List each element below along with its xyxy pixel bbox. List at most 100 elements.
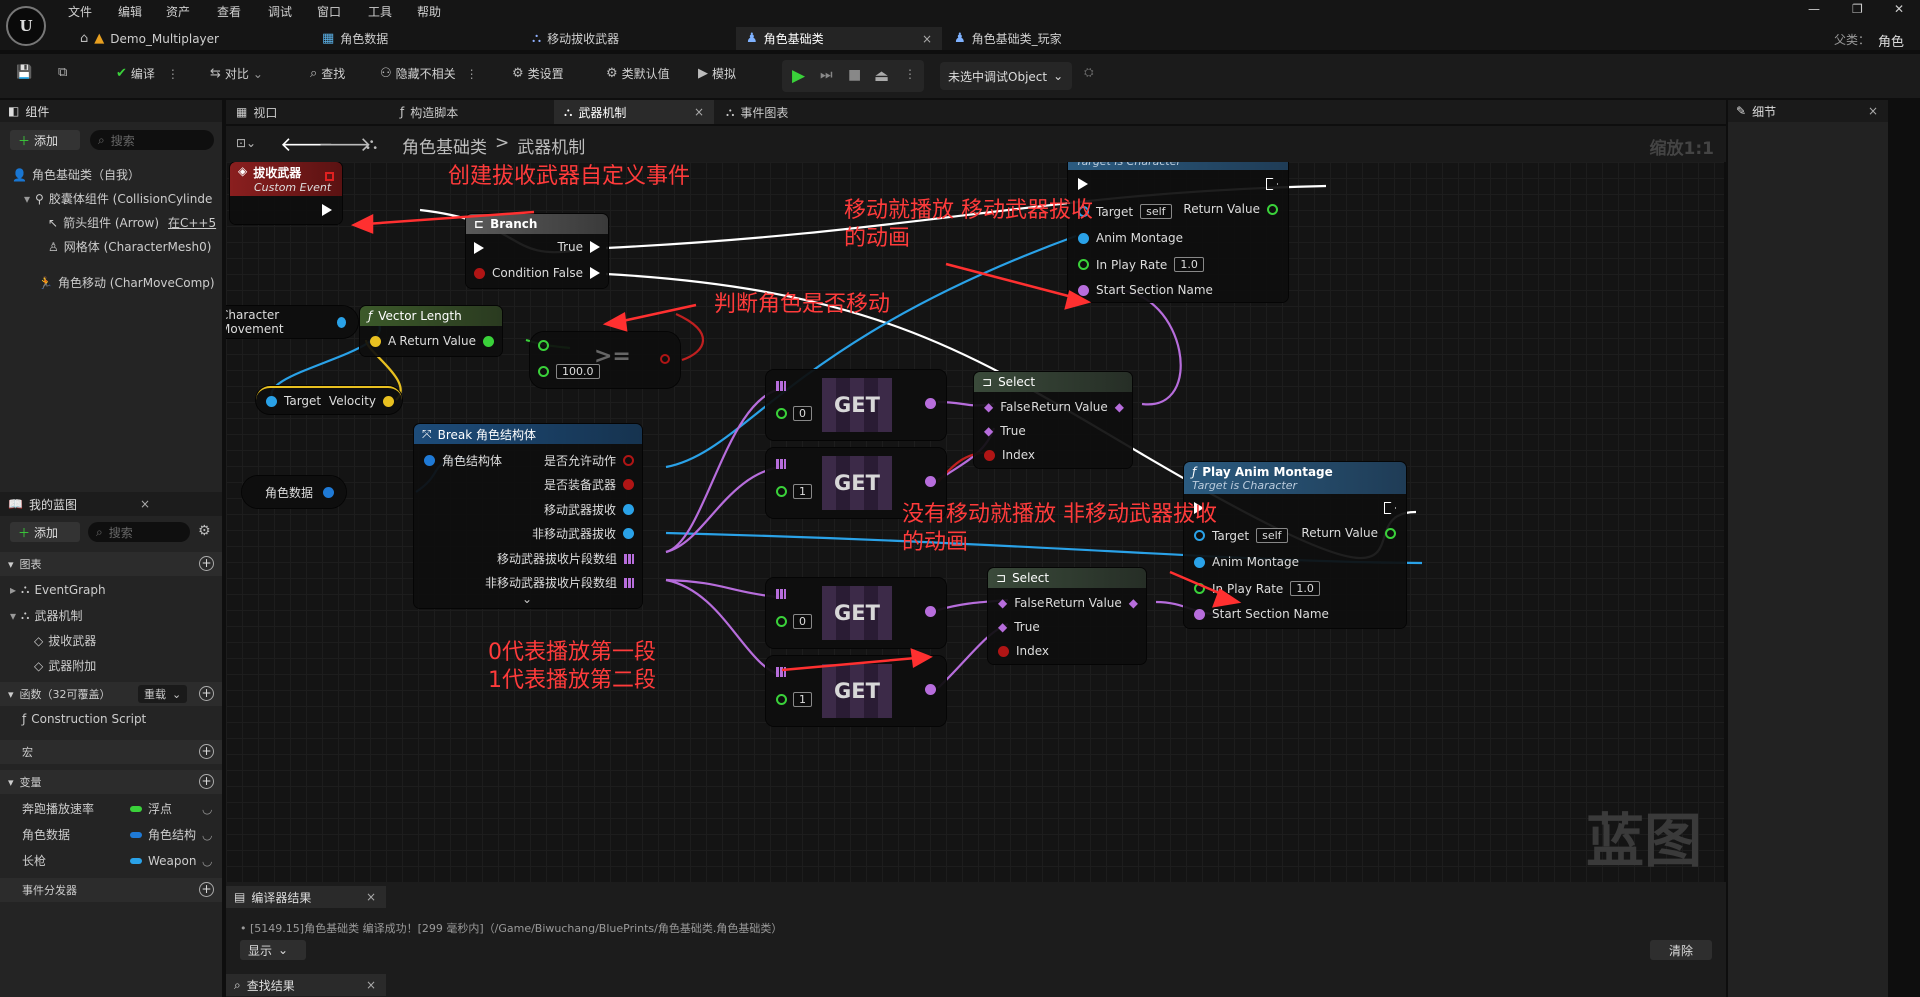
close-icon[interactable]: × — [1868, 104, 1878, 118]
add-graph-icon[interactable]: + — [199, 556, 214, 571]
breadcrumb-separator: > — [495, 133, 510, 153]
graphs-section[interactable]: ▾ 图表 + — [0, 552, 222, 576]
component-movement[interactable]: 🏃 角色移动 (CharMoveComp) — [38, 274, 215, 291]
add-function-icon[interactable]: + — [199, 686, 214, 701]
event-draw-weapon[interactable]: ◇ 拔收武器 — [34, 632, 96, 649]
hide-unrelated-button[interactable]: ⚇ 隐藏不相关 ⋮ — [380, 65, 478, 82]
close-icon[interactable]: × — [140, 497, 150, 511]
menu-view[interactable]: 查看 — [217, 3, 241, 20]
class-defaults-button[interactable]: ⚙ 类默认值 — [606, 65, 670, 82]
debug-object-select[interactable]: 未选中调试Object ⌄ — [940, 62, 1072, 90]
blueprint-search-input[interactable]: ⌕ 搜索 — [88, 522, 190, 542]
debug-object-label: 未选中调试Object — [948, 69, 1048, 84]
clear-button[interactable]: 清除 — [1650, 940, 1712, 960]
eye-icon[interactable]: ◡ — [202, 828, 212, 842]
class-settings-button[interactable]: ⚙ 类设置 — [512, 65, 564, 82]
add-macro-icon[interactable]: + — [199, 744, 214, 759]
eye-icon[interactable]: ◡ — [202, 802, 212, 816]
doc-tab-character-base[interactable]: ♟ 角色基础类 × — [736, 27, 942, 50]
gear-icon[interactable]: ⚙ — [198, 523, 211, 539]
bookmark-icon[interactable]: ⊡⌄ — [236, 136, 256, 150]
cpp-link[interactable]: 在C++5 — [168, 214, 216, 231]
debug-filter-icon[interactable]: ⛭ — [1084, 65, 1094, 80]
override-dropdown[interactable]: 重载 ⌄ — [138, 685, 188, 703]
add-dispatcher-icon[interactable]: + — [199, 882, 214, 897]
compile-button[interactable]: ✔ 编译 ⋮ — [116, 65, 179, 82]
variable-spear[interactable]: 长枪 Weapon ◡ — [22, 852, 218, 869]
close-window-icon[interactable]: ✕ — [1894, 2, 1904, 16]
close-icon[interactable]: × — [366, 890, 376, 904]
dispatchers-section[interactable]: 事件分发器 + — [0, 878, 222, 902]
stop-icon[interactable]: ■ — [848, 67, 861, 83]
component-arrow[interactable]: ↖ 箭头组件 (Arrow) 在C++5 — [48, 214, 216, 231]
macros-section[interactable]: 宏 + — [0, 740, 222, 764]
add-component-button[interactable]: ＋添加 — [10, 130, 80, 150]
unreal-logo[interactable]: U — [6, 6, 46, 46]
forward-arrow-icon[interactable]: 🡒 — [318, 132, 372, 156]
variables-section[interactable]: ▾ 变量 + — [0, 770, 222, 794]
play-icon[interactable]: ▶ — [792, 66, 805, 86]
menu-help[interactable]: 帮助 — [417, 3, 441, 20]
annotation-moving-line1: 移动就播放 移动武器拔收 — [844, 198, 1093, 223]
add-member-button[interactable]: ＋添加 — [10, 522, 80, 542]
defaults-icon: ⚙ — [606, 66, 618, 81]
save-icon[interactable]: 💾 — [16, 65, 32, 80]
play-options-icon[interactable]: ⋮ — [904, 67, 916, 81]
doc-tab-project[interactable]: ⌂ ▲ Demo_Multiplayer — [70, 27, 310, 50]
function-construction-script[interactable]: ƒ Construction Script — [22, 712, 146, 726]
annotation-not-moving-line2: 的动画 — [902, 530, 969, 555]
breadcrumb-root[interactable]: 角色基础类 — [402, 133, 487, 158]
component-mesh[interactable]: ♙ 网格体 (CharacterMesh0) — [48, 238, 211, 255]
menu-debug[interactable]: 调试 — [268, 3, 292, 20]
tab-weapon-mechanism[interactable]: ⛬ 武器机制 × — [554, 100, 714, 124]
section-label: 宏 — [22, 746, 33, 759]
graph-weapon-mechanism[interactable]: ▾ ⛬ 武器机制 — [10, 607, 82, 624]
doc-tab-blueprint[interactable]: ⛬ 移动拔收武器 — [522, 27, 732, 50]
details-panel: ✎ 细节 × — [1728, 100, 1888, 997]
show-dropdown[interactable]: 显示 ⌄ — [240, 940, 306, 960]
blueprint-graph-canvas[interactable]: ◈ 拔收武器 Custom Event ⊏ Branch True Conditio… — [226, 162, 1724, 882]
eject-icon[interactable]: ⏏ — [874, 66, 889, 85]
tab-label: 视口 — [253, 105, 278, 120]
person-icon: 👤 — [12, 167, 27, 182]
menu-file[interactable]: 文件 — [68, 3, 92, 20]
find-results-tab[interactable]: ⌕ 查找结果 × — [226, 974, 386, 996]
component-capsule[interactable]: ▾ ⚲ 胶囊体组件 (CollisionCylinde — [24, 190, 212, 207]
step-icon[interactable]: ⏭ — [820, 67, 833, 83]
eye-icon[interactable]: ◡ — [202, 854, 212, 868]
compiler-results-tab[interactable]: ▤ 编译器结果 × — [226, 886, 386, 908]
menu-tools[interactable]: 工具 — [368, 3, 392, 20]
tab-label: 构造脚本 — [410, 105, 459, 120]
component-search-input[interactable]: ⌕ 搜索 — [90, 130, 214, 150]
variable-role-data[interactable]: 角色数据 角色结构 ◡ — [22, 826, 218, 843]
variable-run-rate[interactable]: 奔跑播放速率 浮点 ◡ — [22, 800, 218, 817]
event-attach-weapon[interactable]: ◇ 武器附加 — [34, 657, 96, 674]
menu-asset[interactable]: 资产 — [166, 3, 190, 20]
breadcrumb-leaf[interactable]: 武器机制 — [517, 133, 585, 158]
functions-section[interactable]: ▾ 函数（32可覆盖） 重载 ⌄ + — [0, 682, 222, 706]
close-icon[interactable]: × — [694, 105, 704, 119]
doc-tab-struct[interactable]: ▦ 角色数据 — [312, 27, 512, 50]
parent-class-link[interactable]: 角色 — [1878, 31, 1904, 50]
tab-event-graph[interactable]: ⛬ 事件图表 — [716, 100, 876, 124]
minimize-icon[interactable]: — — [1808, 2, 1820, 16]
graph-eventgraph[interactable]: ▸ ⛬ EventGraph — [10, 582, 106, 597]
maximize-icon[interactable]: ❐ — [1852, 2, 1863, 16]
menu-edit[interactable]: 编辑 — [118, 3, 142, 20]
tab-viewport[interactable]: ▦ 视口 — [226, 100, 386, 124]
graph-icon: ⛬ — [366, 134, 378, 153]
close-icon[interactable]: × — [366, 978, 376, 992]
find-button[interactable]: ⌕ 查找 — [310, 65, 345, 82]
component-self[interactable]: 👤 角色基础类（自我） — [12, 166, 140, 183]
close-icon[interactable]: × — [922, 32, 932, 46]
doc-tab-character-player[interactable]: ♟ 角色基础类_玩家 — [944, 27, 1164, 50]
browse-icon[interactable]: ⧉ — [58, 65, 67, 80]
add-variable-icon[interactable]: + — [199, 774, 214, 789]
menu-window[interactable]: 窗口 — [317, 3, 341, 20]
tab-construction-script[interactable]: ƒ 构造脚本 — [390, 100, 550, 124]
simulate-button[interactable]: ▶ 模拟 — [698, 65, 736, 82]
blueprint-icon: ⛬ — [532, 31, 542, 46]
find-results-title: 查找结果 — [246, 978, 295, 993]
diff-button[interactable]: ⇆ 对比 ⌄ — [210, 65, 263, 82]
graph-tabs: ▦ 视口 ƒ 构造脚本 ⛬ 武器机制 × ⛬ 事件图表 — [226, 100, 1726, 124]
